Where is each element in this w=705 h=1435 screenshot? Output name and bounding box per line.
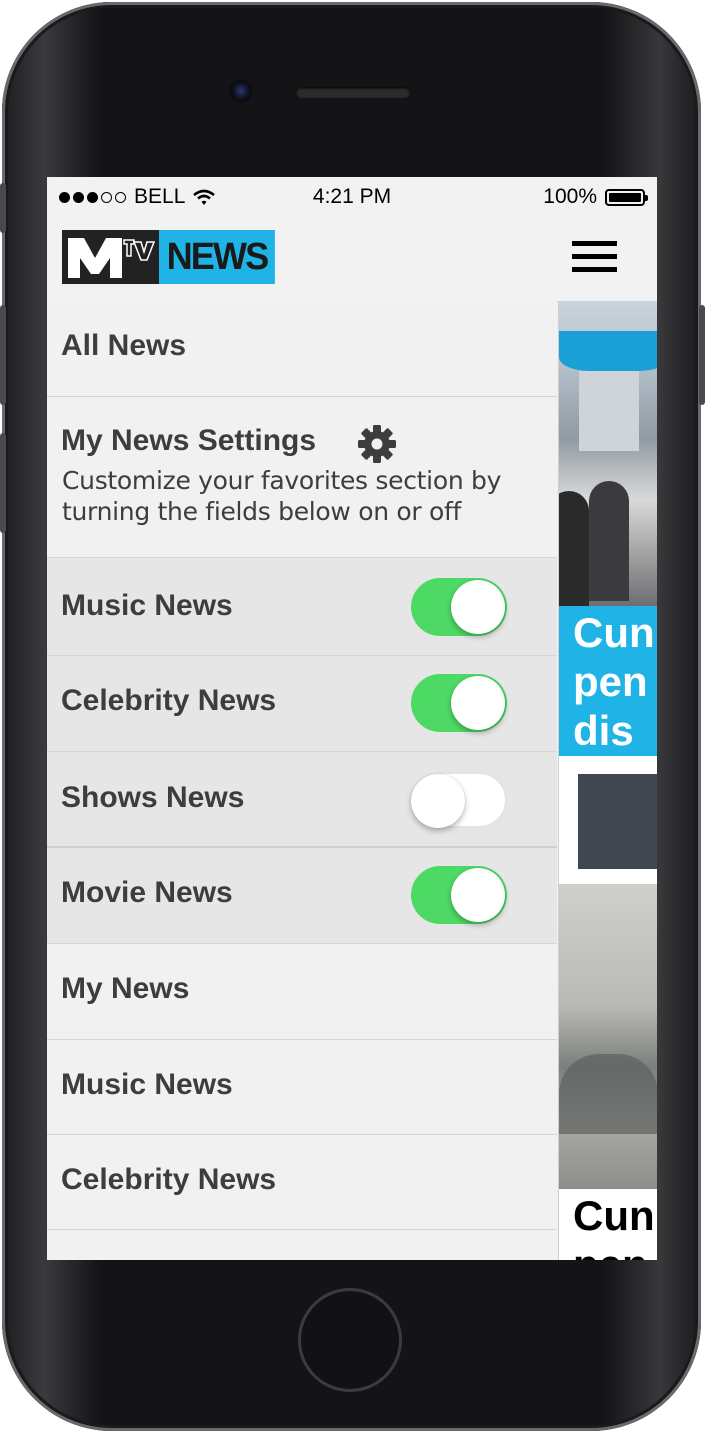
content-peek[interactable]: Cun pen dis Cun pen bbox=[558, 301, 657, 1260]
toggle-knob bbox=[411, 774, 465, 828]
headline-line: pen bbox=[573, 658, 648, 705]
toggle-knob bbox=[451, 676, 505, 730]
settings-description: Customize your favorites section by turn… bbox=[62, 466, 502, 526]
toggle-knob bbox=[451, 580, 505, 634]
article-image[interactable] bbox=[559, 884, 657, 1189]
article-image[interactable] bbox=[559, 301, 657, 606]
movie-news-toggle[interactable] bbox=[411, 866, 507, 924]
menu-item-my-news[interactable]: My News bbox=[47, 944, 557, 1040]
shows-news-toggle[interactable] bbox=[411, 772, 507, 828]
toggle-row-celebrity-news: Celebrity News bbox=[47, 656, 557, 752]
headline-line: pen bbox=[573, 1240, 657, 1260]
music-news-toggle[interactable] bbox=[411, 578, 507, 636]
battery-percent: 100% bbox=[543, 185, 597, 208]
gear-icon[interactable] bbox=[358, 425, 396, 463]
status-bar: BELL 4:21 PM 100% bbox=[47, 177, 657, 217]
menu-item-label: Music News bbox=[61, 1068, 233, 1101]
headline-line: Cun bbox=[573, 1192, 655, 1239]
toggle-knob bbox=[451, 868, 505, 922]
toggle-row-movie-news: Movie News bbox=[47, 848, 557, 944]
toggle-label: Shows News bbox=[61, 781, 245, 814]
toggle-row-music-news: Music News bbox=[47, 558, 557, 656]
app-header: NEWS bbox=[47, 217, 657, 302]
app-screen: BELL 4:21 PM 100% NEWS All News My News … bbox=[47, 177, 657, 1260]
menu-item-celebrity-news[interactable]: Celebrity News bbox=[47, 1135, 557, 1230]
headline-line: dis bbox=[573, 707, 634, 754]
toggle-label: Movie News bbox=[61, 876, 233, 909]
status-bar-right: 100% bbox=[543, 185, 648, 209]
news-wordmark: NEWS bbox=[159, 230, 275, 284]
toggle-label: Celebrity News bbox=[61, 684, 277, 717]
umbrella-shape bbox=[559, 331, 657, 371]
home-button[interactable] bbox=[298, 1288, 402, 1392]
navigation-drawer: All News My News Settings Customize your… bbox=[47, 301, 557, 1260]
article-headline[interactable]: Cun pen dis bbox=[559, 606, 657, 756]
menu-item-music-news[interactable]: Music News bbox=[47, 1040, 557, 1135]
front-camera bbox=[229, 79, 253, 103]
headline-line: Cun bbox=[573, 609, 655, 656]
ad-placeholder bbox=[578, 774, 657, 869]
mtv-logo-mark bbox=[62, 230, 159, 284]
battery-icon bbox=[605, 188, 648, 206]
article-headline[interactable]: Cun pen bbox=[559, 1189, 657, 1260]
settings-title: My News Settings bbox=[61, 424, 317, 457]
menu-item-label: All News bbox=[61, 329, 187, 362]
volume-up-button bbox=[0, 305, 6, 405]
menu-item-all-news[interactable]: All News bbox=[47, 301, 557, 397]
menu-item-label: Celebrity News bbox=[61, 1163, 277, 1196]
hamburger-menu-icon[interactable] bbox=[572, 241, 617, 273]
toggle-label: Music News bbox=[61, 589, 233, 622]
earpiece-speaker bbox=[296, 87, 410, 98]
celebrity-news-toggle[interactable] bbox=[411, 674, 507, 732]
mtv-news-logo[interactable]: NEWS bbox=[62, 230, 281, 284]
volume-down-button bbox=[0, 433, 6, 533]
menu-item-label: My News bbox=[61, 972, 190, 1005]
toggle-row-shows-news: Shows News bbox=[47, 752, 557, 848]
mute-switch bbox=[0, 183, 6, 233]
power-button bbox=[699, 305, 705, 405]
